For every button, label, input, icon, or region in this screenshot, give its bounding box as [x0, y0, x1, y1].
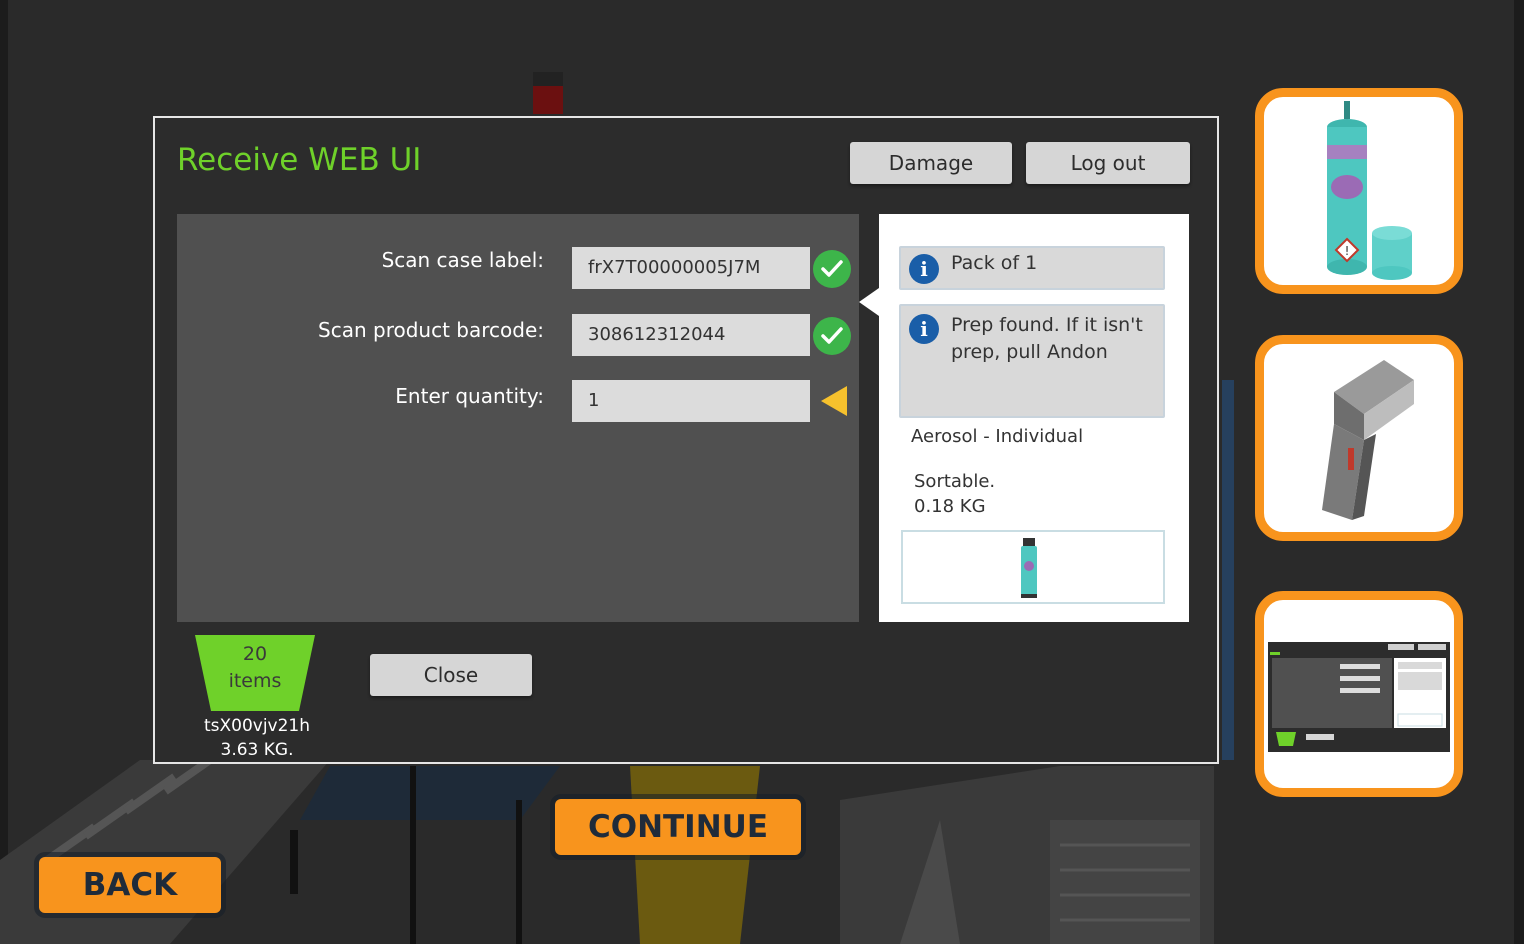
pack-info-text: Pack of 1	[951, 252, 1038, 274]
product-barcode-input[interactable]: 308612312044	[572, 314, 810, 356]
prep-info-text: Prep found. If it isn't prep, pull Andon	[951, 314, 1143, 363]
arrow-left-icon	[821, 386, 847, 416]
aerosol-can-icon	[1021, 538, 1037, 598]
receive-ui-preview-card[interactable]	[1255, 591, 1463, 797]
tote-id: tsX00vjv21h	[203, 716, 311, 736]
product-image-box	[901, 530, 1165, 604]
scan-form: Scan case label: frX7T00000005J7M Scan p…	[177, 214, 859, 622]
continue-button[interactable]: CONTINUE	[555, 799, 801, 855]
quantity-label: Enter quantity:	[395, 384, 544, 408]
back-button[interactable]: BACK	[39, 857, 221, 913]
case-label-input[interactable]: frX7T00000005J7M	[572, 247, 810, 289]
svg-text:!: !	[1345, 244, 1350, 258]
case-label-label: Scan case label:	[381, 248, 544, 272]
info-panel-pointer	[859, 288, 879, 316]
info-icon: i	[909, 254, 939, 284]
product-barcode-check-icon	[813, 317, 851, 355]
scanner-card[interactable]	[1255, 335, 1463, 541]
product-category: Aerosol - Individual	[911, 426, 1084, 447]
sortable-text: Sortable.	[914, 471, 996, 492]
product-barcode-label: Scan product barcode:	[318, 318, 544, 342]
aerosol-can-icon: !	[1327, 101, 1412, 280]
tote-count-text: 20 items	[195, 641, 315, 695]
prep-info-box: i Prep found. If it isn't prep, pull And…	[899, 304, 1165, 418]
receive-dialog: Receive WEB UI Damage Log out Scan case …	[153, 116, 1219, 764]
dialog-title: Receive WEB UI	[177, 142, 422, 178]
tote-icon: 20 items	[195, 635, 315, 711]
info-icon: i	[909, 314, 939, 344]
tote-details: tsX00vjv21h 3.63 KG.	[177, 714, 337, 762]
tote-weight: 3.63 KG.	[220, 740, 294, 760]
tote-unit: items	[228, 670, 282, 692]
aerosol-product-card[interactable]: !	[1255, 88, 1463, 294]
barcode-scanner-icon	[1322, 360, 1414, 520]
product-info-panel: i Pack of 1 i Prep found. If it isn't pr…	[879, 214, 1189, 622]
logout-button[interactable]: Log out	[1026, 142, 1190, 184]
receive-ui-preview	[1268, 642, 1450, 752]
close-button[interactable]: Close	[370, 654, 532, 696]
pack-info-box: i Pack of 1	[899, 246, 1165, 290]
tote-count: 20	[242, 643, 268, 665]
product-weight: 0.18 KG	[914, 496, 986, 517]
damage-button[interactable]: Damage	[850, 142, 1012, 184]
quantity-input[interactable]: 1	[572, 380, 810, 422]
case-label-check-icon	[813, 250, 851, 288]
